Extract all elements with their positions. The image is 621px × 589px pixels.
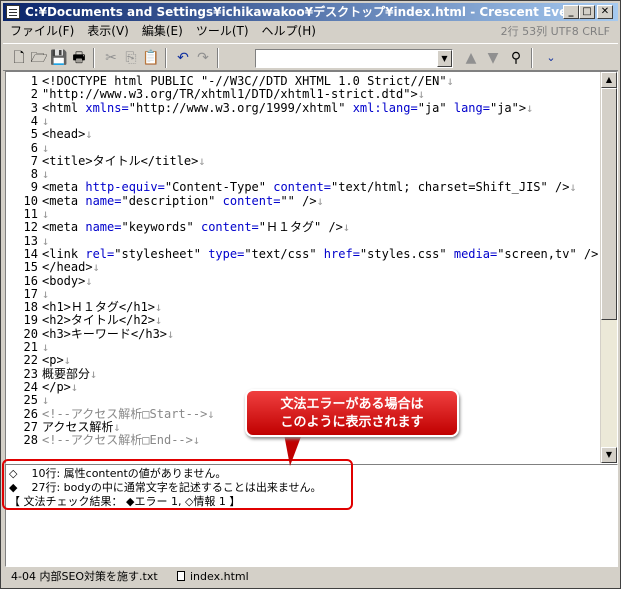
copy-icon[interactable]: ⎘ (121, 48, 141, 68)
file-tabs-bar: 4-04 内部SEO対策を施す.txt index.html (3, 568, 618, 586)
redo-icon[interactable]: ↷ (193, 48, 213, 68)
menu-file[interactable]: ファイル(F) (3, 22, 80, 41)
code-line[interactable]: <link rel="stylesheet" type="text/css" h… (42, 246, 606, 262)
cursor-status: 2行 53列 UTF8 CRLF (500, 25, 610, 38)
toolbar-separator (93, 48, 95, 68)
search-up-icon[interactable]: ▲ (461, 48, 481, 68)
close-button[interactable]: ✕ (597, 5, 613, 19)
menu-bar: ファイル(F) 表示(V) 編集(E) ツール(T) ヘルプ(H) 2行 53列 UTF… (3, 22, 618, 41)
scroll-down-icon[interactable]: ▼ (601, 447, 617, 463)
line-number-gutter: 1 2 3 4 5 6 7 8 9 10 11 12 13 14 15 16 17 18 19 20 21 22 23 24 2… (6, 72, 40, 463)
search-combo[interactable]: ▼ (255, 49, 453, 68)
print-icon[interactable]: 🖶 (69, 48, 89, 68)
maximize-button[interactable]: □ (579, 5, 595, 19)
search-down-icon[interactable]: ▼ (483, 48, 503, 68)
save-icon[interactable]: 💾 (49, 48, 69, 68)
code-line[interactable]: <meta name="description" content="" />↓ (42, 193, 324, 209)
toolbar-separator (217, 48, 219, 68)
callout-pointer (284, 434, 302, 466)
scroll-up-icon[interactable]: ▲ (601, 72, 617, 88)
code-line[interactable]: <html xmlns="http://www.w3.org/1999/xhtm… (42, 100, 533, 116)
code-line[interactable]: <title>タイトル</title>↓ (42, 153, 206, 169)
callout-line-1: 文法エラーがある場合は (280, 397, 424, 412)
menu-tools[interactable]: ツール(T) (189, 22, 255, 41)
file-tab-html-label: index.html (190, 570, 249, 583)
menu-help[interactable]: ヘルプ(H) (255, 22, 322, 41)
undo-icon[interactable]: ↶ (173, 48, 193, 68)
toolbar: 🗋 🗁 💾 🖶 ✂ ⎘ 📋 ↶ ↷ ▼ ▲ ▼ ⚲ ⌄ (3, 43, 618, 71)
file-tab-html[interactable]: index.html (177, 568, 249, 586)
code-line[interactable]: <body>↓ (42, 273, 93, 289)
minimize-button[interactable]: _ (563, 5, 579, 19)
find-binoculars-icon[interactable]: ⚲ (506, 48, 526, 68)
code-line[interactable]: <meta name="keywords" content="Ｈ１タグ" />↓ (42, 219, 350, 235)
code-line[interactable]: <head>↓ (42, 126, 93, 142)
paste-icon[interactable]: 📋 (141, 48, 161, 68)
line-number: 28 (23, 433, 38, 448)
scroll-thumb[interactable] (601, 88, 617, 320)
document-icon (177, 571, 185, 581)
vertical-scrollbar[interactable]: ▲ ▼ (600, 72, 617, 463)
toolbar-separator (531, 48, 533, 68)
annotation-callout: 文法エラーがある場合は このように表示されます (245, 389, 459, 437)
title-bar[interactable]: C:¥Documents and Settings¥ichikawakoo¥デス… (3, 3, 618, 21)
window-title: C:¥Documents and Settings¥ichikawakoo¥デス… (25, 5, 568, 19)
chevron-down-icon[interactable]: ▼ (437, 50, 452, 67)
dropdown-chevron-icon[interactable]: ⌄ (541, 48, 561, 68)
new-file-icon[interactable]: 🗋 (9, 48, 29, 68)
error-highlight-box (2, 459, 353, 510)
code-line[interactable]: <!--アクセス解析□End-->↓ (42, 432, 200, 448)
menu-view[interactable]: 表示(V) (80, 22, 135, 41)
cut-icon[interactable]: ✂ (101, 48, 121, 68)
app-icon[interactable] (6, 5, 20, 19)
code-line[interactable]: <h3>キーワード</h3>↓ (42, 326, 174, 342)
callout-line-2: このように表示されます (280, 415, 424, 430)
menu-edit[interactable]: 編集(E) (135, 22, 189, 41)
file-tab-txt[interactable]: 4-04 内部SEO対策を施す.txt (11, 568, 158, 586)
open-folder-icon[interactable]: 🗁 (29, 48, 49, 68)
toolbar-separator (165, 48, 167, 68)
